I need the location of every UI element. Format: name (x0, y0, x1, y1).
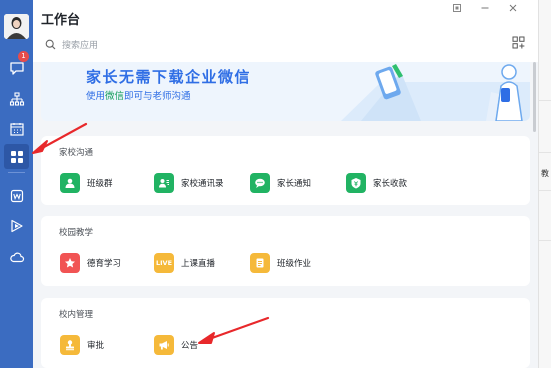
megaphone-icon (154, 335, 174, 355)
live-badge-text: LIVE (155, 259, 173, 267)
calendar-nav-button[interactable] (4, 116, 29, 141)
banner-headline: 家长无需下载企业微信 (86, 68, 252, 86)
search-placeholder: 搜索应用 (62, 40, 99, 51)
notice-chat-icon (250, 173, 270, 193)
section-home-school: 家校沟通 班级群 家校通讯录 家长通知 家长收款 (41, 136, 530, 205)
section-school-admin: 校内管理 审批 公告 (41, 298, 530, 368)
close-button[interactable] (507, 2, 519, 14)
section-title: 校内管理 (59, 310, 94, 320)
live-icon: LIVE (154, 253, 174, 273)
homework-icon (250, 253, 270, 273)
stamp-icon (60, 335, 80, 355)
app-parent-notice[interactable]: 家长通知 (250, 173, 311, 193)
banner-sub-suffix: 即可与老师沟通 (124, 91, 191, 102)
section-title: 家校沟通 (59, 148, 94, 158)
app-announcement[interactable]: 公告 (154, 335, 198, 355)
app-live-class[interactable]: LIVE 上课直播 (154, 253, 215, 273)
add-app-button[interactable] (511, 35, 525, 49)
app-approval[interactable]: 审批 (60, 335, 104, 355)
avatar[interactable] (4, 14, 29, 39)
grid-add-icon (512, 36, 524, 48)
vertical-scrollbar[interactable] (533, 62, 536, 132)
app-label: 上课直播 (181, 259, 216, 269)
document-nav-button[interactable] (4, 183, 29, 208)
app-parent-payment[interactable]: 家长收款 (346, 173, 407, 193)
app-label: 公告 (181, 341, 199, 351)
rail-divider (8, 172, 25, 173)
bg-text: 教 (541, 169, 549, 178)
bg-divider (539, 240, 551, 241)
org-chart-nav-button[interactable] (4, 86, 29, 111)
grid-apps-icon (10, 150, 23, 163)
panel-header: 工作台 搜索应用 (33, 0, 538, 62)
app-label: 德育学习 (87, 259, 122, 269)
section-title: 校园教学 (59, 228, 94, 238)
section-campus-teaching: 校园教学 德育学习 LIVE 上课直播 班级作业 (41, 216, 530, 286)
left-rail: 1 (0, 0, 33, 368)
app-window: { "header": { "title": "工作台", "search_pl… (0, 0, 551, 368)
workbench-panel: 工作台 搜索应用 家长无需下载企业微信 使用微信即可与老师沟通 家校沟通 班级群… (33, 0, 538, 368)
class-group-icon (60, 173, 80, 193)
app-label: 班级作业 (277, 259, 312, 269)
bg-divider (539, 190, 551, 191)
app-moral-learning[interactable]: 德育学习 (60, 253, 121, 273)
pin-window-button[interactable] (451, 2, 463, 14)
star-icon (60, 253, 80, 273)
bg-divider (539, 152, 551, 153)
bg-divider (539, 100, 551, 101)
workbench-nav-button[interactable] (4, 144, 29, 169)
unread-badge: 1 (18, 51, 29, 62)
minimize-button[interactable] (479, 2, 491, 14)
app-label: 家长收款 (373, 179, 408, 189)
payment-icon (346, 173, 366, 193)
app-label: 班级群 (87, 179, 113, 189)
app-home-school-contacts[interactable]: 家校通讯录 (154, 173, 224, 193)
messages-nav-button[interactable]: 1 (4, 51, 29, 80)
banner-subtitle: 使用微信即可与老师沟通 (86, 88, 191, 102)
word-doc-icon (10, 189, 23, 202)
app-label: 审批 (87, 341, 105, 351)
page-title: 工作台 (41, 13, 81, 28)
close-icon (509, 4, 517, 12)
app-label: 家长通知 (277, 179, 312, 189)
background-window: 教 (538, 0, 551, 368)
app-class-group[interactable]: 班级群 (60, 173, 113, 193)
app-class-homework[interactable]: 班级作业 (250, 253, 311, 273)
calendar-icon (9, 122, 24, 136)
contacts-icon (154, 173, 174, 193)
minimize-icon (481, 7, 489, 9)
app-search-field[interactable]: 搜索应用 (45, 37, 245, 51)
banner-sub-highlight: 微信 (105, 91, 125, 102)
banner-illustration (341, 64, 530, 121)
pin-icon (453, 4, 461, 12)
banner-sub-prefix: 使用 (86, 91, 106, 102)
play-icon (10, 219, 23, 232)
meeting-nav-button[interactable] (4, 213, 29, 238)
promo-banner[interactable]: 家长无需下载企业微信 使用微信即可与老师沟通 (41, 62, 530, 121)
search-icon (45, 39, 56, 49)
app-label: 家校通讯录 (181, 179, 224, 189)
drive-nav-button[interactable] (4, 244, 29, 269)
org-chart-icon (9, 91, 24, 106)
cloud-icon (9, 252, 24, 262)
